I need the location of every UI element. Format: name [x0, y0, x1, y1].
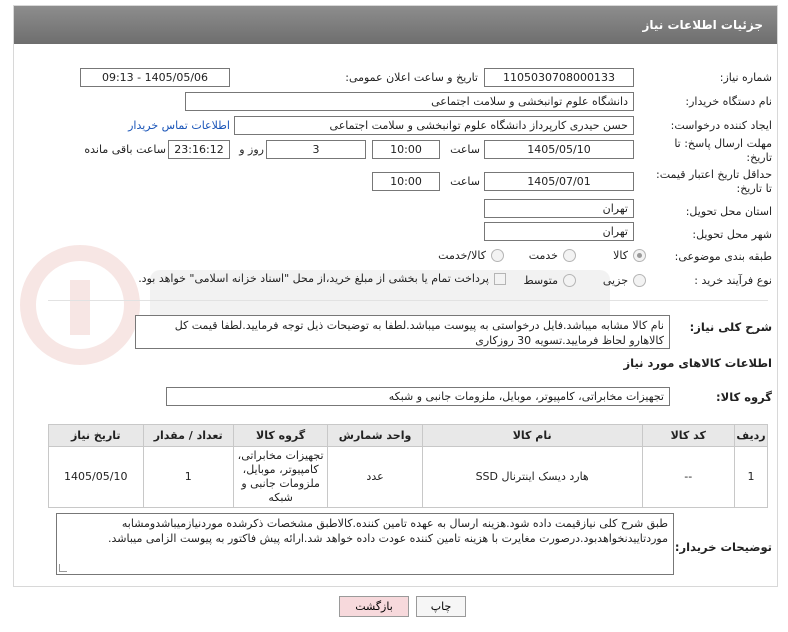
radio-minor[interactable] — [633, 274, 646, 287]
resize-handle[interactable] — [59, 564, 67, 572]
description-label: شرح کلی نیاز: — [689, 320, 772, 334]
back-button[interactable]: بازگشت — [339, 596, 409, 617]
description-box: نام کالا مشابه میباشد.فایل درخواستی به پ… — [135, 315, 670, 349]
need-number-label: شماره نیاز: — [719, 71, 772, 84]
description-text: نام کالا مشابه میباشد.فایل درخواستی به پ… — [174, 319, 664, 347]
cell-code: -- — [641, 446, 735, 508]
process-option-medium[interactable]: متوسط — [523, 274, 576, 287]
province-label: استان محل تحویل: — [685, 205, 772, 218]
goods-section-title: اطلاعات کالاهای مورد نیاز — [623, 356, 772, 370]
days-label: روز و — [239, 143, 264, 156]
announce-label: تاریخ و ساعت اعلان عمومی: — [345, 71, 478, 84]
print-button[interactable]: چاپ — [416, 596, 466, 617]
category-option-service[interactable]: خدمت — [529, 249, 576, 262]
contact-link[interactable]: اطلاعات تماس خریدار — [118, 119, 230, 132]
deadline-time-label: ساعت — [450, 143, 480, 156]
buyer-notes-text: طبق شرح کلی نیازقیمت داده شود.هزینه ارسا… — [108, 517, 668, 545]
col-index: ردیف — [733, 424, 769, 447]
deadline-label-line2: تاریخ: — [746, 151, 772, 164]
price-valid-label-line1: حداقل تاریخ اعتبار قیمت: — [656, 168, 772, 181]
price-valid-time-field: 10:00 — [372, 172, 440, 191]
cell-index: 1 — [733, 446, 769, 508]
payment-option[interactable]: پرداخت تمام یا بخشی از مبلغ خرید،از محل … — [138, 272, 506, 285]
announce-field: 1405/05/06 - 09:13 — [80, 68, 230, 87]
col-code: کد کالا — [641, 424, 735, 447]
cell-date: 1405/05/10 — [48, 446, 144, 508]
need-number-field: 1105030708000133 — [484, 68, 634, 87]
category-label: طبقه بندی موضوعی: — [674, 250, 772, 263]
category-option-goods-service[interactable]: کالا/خدمت — [438, 249, 504, 262]
cell-name: هارد دیسک اینترنال SSD — [421, 446, 643, 508]
deadline-label-line1: مهلت ارسال پاسخ: تا — [674, 137, 772, 150]
goods-table: ردیف کد کالا نام کالا واحد شمارش گروه کا… — [48, 424, 769, 508]
goods-group-label: گروه کالا: — [716, 390, 772, 404]
deadline-date-field: 1405/05/10 — [484, 140, 634, 159]
buyer-org-field: دانشگاه علوم توانبخشی و سلامت اجتماعی — [185, 92, 634, 111]
radio-service[interactable] — [563, 249, 576, 262]
buyer-notes-label: توضیحات خریدار: — [674, 540, 772, 554]
table-row: 1 -- هارد دیسک اینترنال SSD عدد تجهیزات … — [48, 446, 769, 508]
city-label: شهر محل تحویل: — [692, 228, 772, 241]
col-group: گروه کالا — [232, 424, 329, 447]
card-header: جزئیات اطلاعات نیاز — [14, 6, 777, 44]
table-header-row: ردیف کد کالا نام کالا واحد شمارش گروه کا… — [48, 424, 769, 447]
remaining-time-label: ساعت باقی مانده — [84, 143, 166, 156]
category-option-goods[interactable]: کالا — [613, 249, 646, 262]
city-field: تهران — [484, 222, 634, 241]
days-field: 3 — [266, 140, 366, 159]
cell-unit: عدد — [327, 446, 423, 508]
radio-goods[interactable] — [633, 249, 646, 262]
deadline-time-field: 10:00 — [372, 140, 440, 159]
creator-field: حسن حیدری کارپرداز دانشگاه علوم توانبخشی… — [234, 116, 634, 135]
radio-medium[interactable] — [563, 274, 576, 287]
col-unit: واحد شمارش — [327, 424, 423, 447]
price-valid-date-field: 1405/07/01 — [484, 172, 634, 191]
goods-group-field: تجهیزات مخابراتی، کامپیوتر، موبایل، ملزو… — [166, 387, 670, 406]
col-date: تاریخ نیاز — [48, 424, 144, 447]
col-qty: تعداد / مقدار — [142, 424, 234, 447]
payment-checkbox[interactable] — [494, 272, 506, 285]
col-name: نام کالا — [421, 424, 643, 447]
cell-qty: 1 — [142, 446, 234, 508]
creator-label: ایجاد کننده درخواست: — [670, 119, 772, 132]
buyer-org-label: نام دستگاه خریدار: — [685, 95, 772, 108]
cell-group: تجهیزات مخابراتی، کامپیوتر، موبایل، ملزو… — [232, 446, 329, 508]
province-field: تهران — [484, 199, 634, 218]
remaining-time-field: 23:16:12 — [168, 140, 230, 159]
card-title: جزئیات اطلاعات نیاز — [642, 18, 763, 32]
buyer-notes-box: طبق شرح کلی نیازقیمت داده شود.هزینه ارسا… — [56, 513, 674, 575]
price-valid-time-label: ساعت — [450, 175, 480, 188]
price-valid-label-line2: تا تاریخ: — [736, 182, 772, 195]
process-label: نوع فرآیند خرید : — [694, 274, 772, 287]
process-option-minor[interactable]: جزیی — [603, 274, 646, 287]
radio-goods-service[interactable] — [491, 249, 504, 262]
divider — [48, 300, 768, 301]
